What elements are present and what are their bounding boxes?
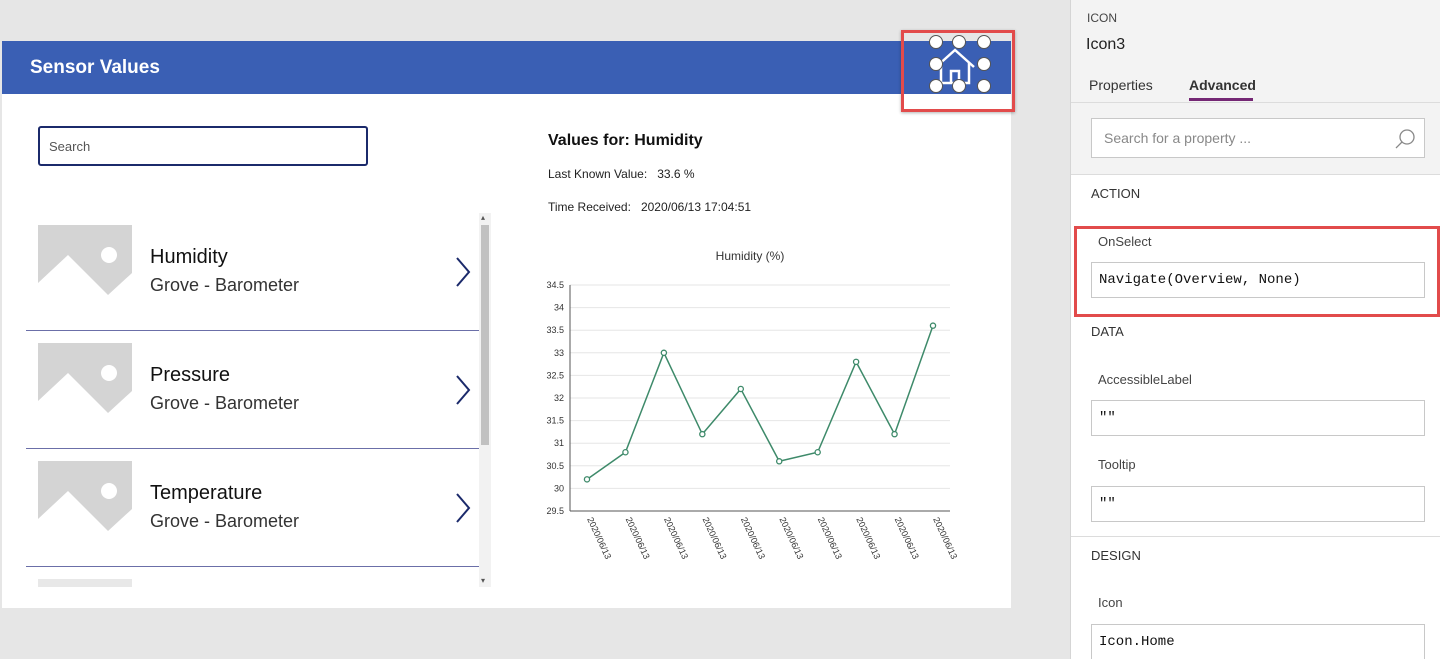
- image-placeholder-icon: [38, 343, 132, 437]
- property-search-input[interactable]: [1092, 119, 1382, 157]
- data-point: [660, 349, 668, 357]
- data-point: [814, 448, 821, 456]
- tooltip-field[interactable]: "": [1091, 486, 1425, 522]
- time-received-label: Time Received:: [548, 200, 631, 214]
- y-tick-label: 33: [554, 348, 564, 358]
- tab-properties[interactable]: Properties: [1089, 77, 1153, 93]
- onselect-highlight: [1074, 226, 1440, 317]
- detail-title: Values for: Humidity: [548, 132, 703, 149]
- data-point: [583, 476, 591, 483]
- x-tick-label: 2020/06/13: [701, 516, 729, 561]
- panel-header: ICON Icon3 Properties Advanced: [1071, 0, 1440, 103]
- series-line: [586, 325, 934, 480]
- tab-advanced[interactable]: Advanced: [1189, 77, 1256, 93]
- y-tick-label: 32.5: [546, 370, 564, 380]
- property-search-box[interactable]: [1091, 118, 1425, 158]
- sensor-name: Pressure: [150, 364, 231, 386]
- y-tick-label: 34.5: [546, 280, 564, 290]
- x-tick-label: 2020/06/13: [777, 516, 805, 561]
- x-tick-label: 2020/06/13: [854, 516, 882, 561]
- sensor-name: Temperature: [150, 482, 263, 504]
- property-search-area: [1071, 103, 1440, 175]
- y-tick-label: 31: [554, 438, 564, 448]
- section-divider: [1071, 536, 1440, 537]
- search-input[interactable]: [40, 128, 366, 164]
- section-data: DATA: [1091, 324, 1124, 339]
- y-tick-label: 33.5: [546, 325, 564, 335]
- humidity-line-chart: Humidity (%) 29.5 30 30.5 31 31.5 32 32.5 33 33.5…: [546, 249, 959, 561]
- list-item[interactable]: Temperature Grove - Barometer: [26, 449, 481, 567]
- image-placeholder-icon: [38, 579, 132, 587]
- y-tick-label: 30.5: [546, 461, 564, 471]
- app-header: Sensor Values: [2, 30, 1015, 112]
- sensor-subtitle: Grove - Barometer: [150, 511, 300, 531]
- sensor-gallery: Humidity Grove - Barometer Pressure Grov…: [26, 213, 491, 587]
- search-icon[interactable]: [1394, 128, 1416, 150]
- active-tab-indicator: [1189, 98, 1253, 101]
- list-item[interactable]: [26, 567, 481, 587]
- data-point: [891, 430, 898, 438]
- data-point: [699, 430, 706, 438]
- app-title: Sensor Values: [30, 57, 160, 78]
- x-tick-label: 2020/06/13: [624, 516, 652, 561]
- app-screen: Sensor Values Humidity Grove: [2, 30, 1015, 608]
- y-tick-label: 34: [554, 303, 564, 313]
- image-placeholder-icon: [38, 461, 132, 555]
- y-tick-label: 32: [554, 393, 564, 403]
- chevron-right-icon[interactable]: [454, 492, 472, 524]
- properties-panel: ICON Icon3 Properties Advanced ACTION On…: [1070, 0, 1440, 659]
- icon-label: Icon: [1098, 595, 1123, 610]
- time-received-line: Time Received: 2020/06/13 17:04:51: [548, 200, 751, 214]
- y-tick-label: 29.5: [546, 506, 564, 516]
- time-received-value: 2020/06/13 17:04:51: [640, 200, 752, 214]
- scrollbar-thumb[interactable]: [481, 225, 489, 445]
- chart-title: Humidity (%): [716, 249, 785, 263]
- section-design: DESIGN: [1091, 548, 1141, 563]
- chevron-right-icon[interactable]: [454, 256, 472, 288]
- icon-field[interactable]: Icon.Home: [1091, 624, 1425, 659]
- x-tick-label: 2020/06/13: [585, 516, 613, 561]
- x-tick-label: 2020/06/13: [931, 516, 959, 561]
- sensor-name: Humidity: [150, 246, 228, 268]
- y-tick-label: 31.5: [546, 416, 564, 426]
- image-placeholder-icon: [38, 225, 132, 319]
- list-item[interactable]: Humidity Grove - Barometer: [26, 213, 481, 331]
- accessiblelabel-field[interactable]: "": [1091, 400, 1425, 436]
- sensor-subtitle: Grove - Barometer: [150, 393, 300, 413]
- section-action: ACTION: [1091, 186, 1141, 201]
- data-point: [929, 322, 937, 329]
- selection-highlight: [901, 30, 1015, 112]
- last-known-value-line: Last Known Value: 33.6 %: [548, 167, 695, 181]
- tooltip-label: Tooltip: [1098, 457, 1136, 472]
- scroll-up-icon[interactable]: ▴: [481, 214, 485, 222]
- x-tick-label: 2020/06/13: [662, 516, 690, 561]
- gallery-scrollbar[interactable]: ▴ ▾: [479, 213, 491, 587]
- scroll-down-icon[interactable]: ▾: [481, 577, 485, 585]
- sensor-subtitle: Grove - Barometer: [150, 275, 300, 295]
- control-type: ICON: [1087, 11, 1117, 25]
- list-item[interactable]: Pressure Grove - Barometer: [26, 331, 481, 449]
- data-point: [775, 458, 783, 465]
- x-tick-label: 2020/06/13: [816, 516, 844, 561]
- x-tick-label: 2020/06/13: [739, 516, 767, 561]
- chevron-right-icon[interactable]: [454, 374, 472, 406]
- control-name[interactable]: Icon3: [1086, 36, 1125, 54]
- y-tick-label: 30: [554, 483, 564, 493]
- x-tick-label: 2020/06/13: [893, 516, 921, 561]
- data-point: [852, 358, 860, 366]
- data-point: [622, 448, 629, 456]
- last-known-value: 33.6 %: [657, 167, 695, 181]
- last-known-label: Last Known Value:: [548, 167, 648, 181]
- data-point: [737, 385, 745, 393]
- accessiblelabel-label: AccessibleLabel: [1098, 372, 1192, 387]
- search-box[interactable]: [38, 126, 368, 166]
